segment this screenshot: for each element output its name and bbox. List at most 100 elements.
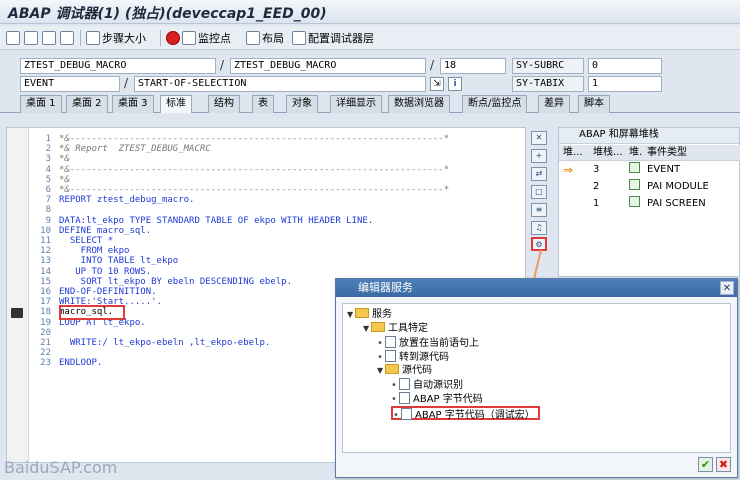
stack-row[interactable]: 1 PAI SCREEN: [559, 196, 740, 212]
step-size-button[interactable]: 步骤大小: [86, 30, 146, 46]
code-line[interactable]: 9 DATA:lt_ekpo TYPE STANDARD TABLE OF ekp…: [29, 216, 525, 226]
event-type-field[interactable]: EVENT: [20, 76, 120, 92]
tab-desktop-2[interactable]: 桌面 2: [66, 95, 108, 113]
dialog-title: 编辑器服务: [358, 281, 413, 294]
tab-desktop-1[interactable]: 桌面 1: [20, 95, 62, 113]
confirm-button[interactable]: ✔: [698, 457, 713, 472]
tab-data-browser[interactable]: 数据浏览器: [388, 95, 450, 113]
table-icon: [401, 408, 412, 420]
include-field[interactable]: ZTEST_DEBUG_MACRO: [230, 58, 426, 74]
tab-table[interactable]: 表: [252, 95, 274, 113]
info-icon[interactable]: i: [448, 77, 462, 91]
stack-row[interactable]: 2 PAI MODULE: [559, 179, 740, 195]
code-line[interactable]: 3 *&: [29, 154, 525, 164]
stack-event: PAI SCREEN: [647, 198, 706, 209]
subrc-value[interactable]: 0: [588, 58, 662, 74]
tabix-label: SY-TABIX: [512, 76, 584, 92]
line-number: 7: [45, 195, 51, 206]
code-line[interactable]: 14 UP TO 10 ROWS.: [29, 267, 525, 277]
new-tool-icon[interactable]: +: [531, 149, 547, 163]
tab-strip: 桌面 1 桌面 2 桌面 3 标准 结构 表 对象 详细显示 数据浏览器 断点/…: [0, 95, 740, 113]
line-number: 20: [40, 327, 51, 338]
tree-item-bytecode-macro[interactable]: • ABAP 字节代码（调试宏）: [391, 406, 540, 421]
slash-separator: /: [220, 58, 225, 72]
layout-icon: [246, 31, 260, 45]
tree-item-bytecode[interactable]: • ABAP 字节代码: [391, 392, 483, 406]
services-tool-icon[interactable]: ⚙: [531, 237, 547, 251]
layout-button[interactable]: 布局: [246, 30, 284, 46]
continue-button[interactable]: [60, 30, 76, 46]
tab-breakpoints[interactable]: 断点/监控点: [462, 95, 528, 113]
tree-item-set-current[interactable]: • 放置在当前语句上: [377, 336, 479, 350]
swap-tool-icon[interactable]: ⇄: [531, 167, 547, 181]
line-number: 14: [40, 266, 51, 277]
code-line[interactable]: 4 *&-------------------------------------…: [29, 165, 525, 175]
line-field[interactable]: 18: [440, 58, 506, 74]
abap-screen-stack-panel: ABAP 和屏幕堆栈 堆... 堆栈... 堆. 事件类型 ⇒ 3 EVENT …: [558, 127, 740, 277]
col-level[interactable]: 堆栈...: [593, 145, 623, 160]
stack-level: 1: [593, 198, 600, 209]
code-text: *& Report ZTEST_DEBUG_MACRC: [59, 144, 211, 155]
code-line[interactable]: 5 *&: [29, 175, 525, 185]
code-line[interactable]: 13 INTO TABLE lt_ekpo: [29, 256, 525, 266]
tree-node-source-code[interactable]: ▼ 源代码: [377, 364, 432, 378]
watchpoint-icon: [182, 31, 196, 45]
code-line[interactable]: 6 *&-------------------------------------…: [29, 185, 525, 195]
folder-icon: [385, 364, 399, 374]
line-number: 13: [40, 256, 51, 267]
code-line[interactable]: 2 *& Report ZTEST_DEBUG_MACRC: [29, 144, 525, 154]
maximize-icon[interactable]: □: [531, 185, 547, 199]
event-field[interactable]: START-OF-SELECTION: [134, 76, 426, 92]
tree-item-goto-source[interactable]: • 转到源代码: [377, 350, 449, 364]
code-line[interactable]: 12 FROM ekpo: [29, 246, 525, 256]
tree-item-auto-detect[interactable]: • 自动源识别: [391, 378, 463, 392]
col-stack[interactable]: 堆...: [563, 145, 583, 160]
return-button[interactable]: [42, 30, 58, 46]
line-number: 17: [40, 297, 51, 308]
settings-icon[interactable]: ≡: [531, 203, 547, 217]
line-number: 4: [45, 164, 51, 175]
headset-icon[interactable]: ♫: [531, 221, 547, 235]
tab-objects[interactable]: 对象: [286, 95, 318, 113]
tab-diff[interactable]: 差异: [538, 95, 570, 113]
watchpoint-button[interactable]: 监控点: [166, 30, 231, 46]
code-line[interactable]: 1 *&-------------------------------------…: [29, 134, 525, 144]
config-layer-button[interactable]: 配置调试器层: [292, 30, 374, 46]
code-line[interactable]: 8: [29, 205, 525, 215]
tab-desktop-3[interactable]: 桌面 3: [112, 95, 154, 113]
code-line[interactable]: 7 REPORT ztest_debug_macro.: [29, 195, 525, 205]
step-into-button[interactable]: [6, 30, 22, 46]
cancel-button[interactable]: ✖: [716, 457, 731, 472]
stack-row[interactable]: ⇒ 3 EVENT: [559, 162, 740, 178]
line-number: 21: [40, 338, 51, 348]
code-line[interactable]: 10 DEFINE macro_sql.: [29, 226, 525, 236]
dialog-title-bar: 编辑器服务 ✕: [336, 279, 737, 297]
close-editor-icon[interactable]: ✕: [531, 131, 547, 145]
code-text: DEFINE macro_sql.: [59, 225, 152, 236]
col-type-short[interactable]: 堆.: [629, 145, 642, 160]
toolbar-separator: [80, 30, 81, 46]
line-number: 6: [45, 185, 51, 195]
tree-node-services[interactable]: ▼ 服务: [347, 308, 392, 322]
col-event-type[interactable]: 事件类型: [647, 145, 687, 160]
return-icon: [42, 31, 56, 45]
step-size-label: 步骤大小: [102, 32, 146, 45]
close-icon[interactable]: ✕: [720, 281, 734, 295]
code-text: WRITE:/ lt_ekpo-ebeln ,lt_ekpo-ebelp.: [59, 338, 271, 348]
code-line[interactable]: 11 SELECT *: [29, 236, 525, 246]
code-text: ENDLOOP.: [59, 358, 103, 369]
stack-event: EVENT: [647, 164, 681, 175]
step-over-button[interactable]: [24, 30, 40, 46]
folder-icon: [371, 322, 385, 332]
program-field[interactable]: ZTEST_DEBUG_MACRO: [20, 58, 216, 74]
code-text: DATA:lt_ekpo TYPE STANDARD TABLE OF ekpo…: [59, 215, 374, 226]
tab-detail[interactable]: 详细显示: [330, 95, 382, 113]
tab-structure[interactable]: 结构: [208, 95, 240, 113]
navigate-icon[interactable]: ⇲: [430, 77, 444, 91]
debugger-toolbar: 步骤大小 监控点 布局 配置调试器层: [0, 26, 740, 50]
tab-script[interactable]: 脚本: [578, 95, 610, 113]
line-number: 10: [40, 225, 51, 236]
tab-standard[interactable]: 标准: [160, 95, 192, 113]
tree-node-tool-specific[interactable]: ▼ 工具特定: [363, 322, 428, 336]
tabix-value[interactable]: 1: [588, 76, 662, 92]
